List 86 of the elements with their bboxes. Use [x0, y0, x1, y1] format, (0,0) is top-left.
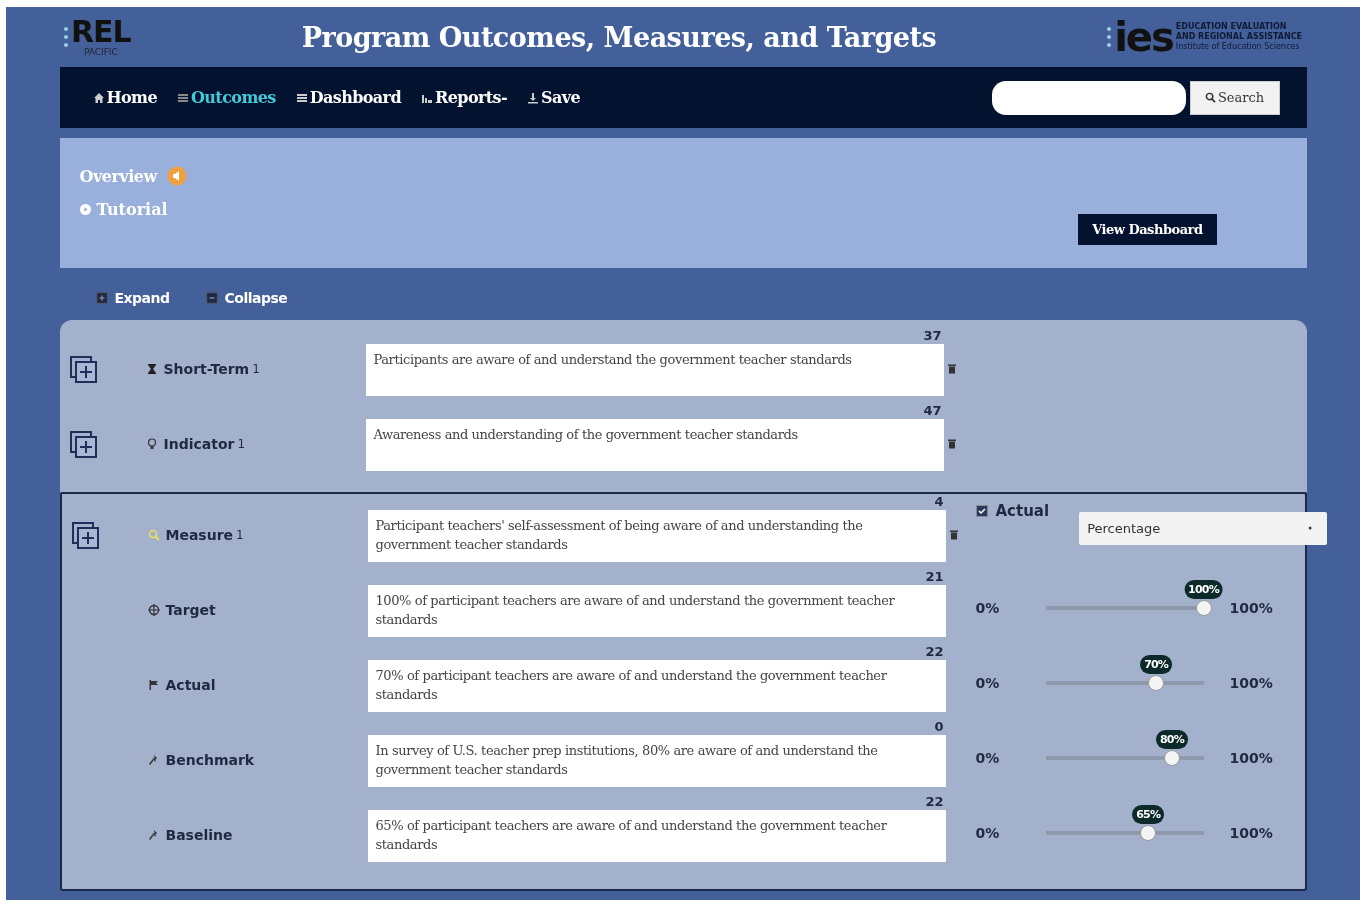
value-bubble: 65% — [1132, 805, 1165, 824]
logo-mark: REL — [71, 17, 131, 47]
dots-icon — [64, 27, 68, 47]
row-label: Short-Term — [163, 361, 250, 377]
slider-thumb[interactable] — [1163, 750, 1180, 766]
slider-max-label: 100% — [1229, 750, 1273, 766]
text-area[interactable]: Participant teachers' self-assessment of being aware of and understanding the government teacher standards — [367, 510, 946, 562]
slider-min-label: 0% — [975, 750, 1001, 766]
download-icon — [527, 91, 540, 104]
caret-icon — [1308, 526, 1314, 531]
trash-icon[interactable] — [947, 363, 956, 374]
character-count: 47 — [923, 403, 942, 419]
value-bubble: 80% — [1155, 730, 1188, 749]
nav-link[interactable]: Outcomes — [177, 88, 276, 107]
view-dashboard-button[interactable]: View Dashboard — [1078, 214, 1217, 245]
row-label: Measure — [165, 527, 234, 543]
hourglass-icon — [145, 363, 158, 375]
row-number: 1 — [237, 437, 246, 451]
text-area[interactable]: 70% of participant teachers are aware of and understand the government teacher standards — [367, 660, 946, 712]
plus-square-icon — [95, 292, 108, 304]
expand-link[interactable]: Expand — [95, 289, 170, 307]
slider-max-label: 100% — [1229, 825, 1273, 841]
play-icon — [79, 204, 91, 215]
character-count: 21 — [925, 569, 944, 585]
checkbox[interactable] — [975, 505, 988, 517]
magnifier-icon — [147, 529, 160, 541]
nav-link[interactable]: Dashboard — [295, 88, 402, 107]
value-bubble: 70% — [1140, 655, 1173, 674]
character-count: 37 — [923, 328, 942, 344]
row-number: 1 — [236, 528, 244, 542]
text-area[interactable]: 100% of participant teachers are aware of and understand the government teacher standards — [367, 585, 946, 637]
trash-icon[interactable] — [947, 438, 956, 449]
lightbulb-icon — [145, 438, 158, 450]
logo-text: AND REGIONAL ASSISTANCE — [1175, 32, 1302, 42]
character-count: 22 — [925, 794, 944, 810]
slider-min-label: 0% — [975, 825, 1001, 841]
text-area[interactable]: 65% of participant teachers are aware of and understand the government teacher standards — [367, 810, 946, 862]
page-title: Program Outcomes, Measures, and Targets — [301, 21, 937, 53]
search-field[interactable] — [991, 80, 1186, 115]
row-label: Actual — [165, 677, 216, 693]
nav-link[interactable]: Save — [527, 88, 581, 107]
character-count: 4 — [934, 494, 944, 510]
expand-icon[interactable] — [69, 431, 98, 459]
trash-icon[interactable] — [949, 529, 958, 540]
menu-icon — [295, 91, 308, 104]
logo-mark: ies — [1114, 17, 1173, 57]
text-area[interactable]: Participants are aware of and understand the government teacher standards — [365, 344, 944, 396]
checkbox-label: Actual — [995, 502, 1050, 520]
minus-square-icon — [205, 292, 218, 304]
row-label: Indicator — [163, 436, 235, 452]
expand-icon[interactable] — [71, 522, 100, 550]
logo-text: EDUCATION EVALUATION — [1175, 22, 1288, 32]
nav-link[interactable]: Reports- — [421, 88, 508, 107]
text-area[interactable]: Awareness and understanding of the government teacher standards — [365, 419, 944, 471]
row-label: Target — [165, 602, 216, 618]
value-bubble: 100% — [1184, 580, 1223, 599]
logo-text: Institute of Education Sciences — [1175, 42, 1301, 52]
pin-icon — [147, 829, 160, 841]
row-label: Benchmark — [165, 752, 255, 768]
overview-heading: Overview — [79, 166, 157, 186]
logo-subtitle: PACIFIC — [83, 47, 118, 57]
speaker-icon[interactable] — [166, 166, 187, 186]
row-label: Baseline — [165, 827, 233, 843]
slider-min-label: 0% — [975, 600, 1001, 616]
crosshair-icon — [147, 604, 160, 616]
row-number: 1 — [252, 362, 260, 376]
pin-icon — [147, 754, 160, 766]
slider-max-label: 100% — [1229, 600, 1273, 616]
expand-icon[interactable] — [69, 356, 98, 384]
character-count: 22 — [925, 644, 944, 660]
home-icon — [92, 91, 105, 104]
slider-max-label: 100% — [1229, 675, 1273, 691]
search-icon — [1204, 92, 1216, 103]
collapse-link[interactable]: Collapse — [205, 289, 288, 307]
unit-dropdown[interactable]: Percentage — [1079, 512, 1328, 545]
text-area[interactable]: In survey of U.S. teacher prep institutions, 80% are aware of and understand the government teacher standards — [367, 735, 946, 787]
slider-thumb[interactable] — [1148, 675, 1165, 691]
slider-thumb[interactable] — [1140, 825, 1157, 841]
slider-min-label: 0% — [975, 675, 1001, 691]
list-icon — [177, 91, 189, 104]
slider-thumb[interactable] — [1195, 600, 1212, 616]
flag-icon — [147, 679, 160, 691]
character-count: 0 — [934, 719, 944, 735]
nav-link[interactable]: Home — [92, 88, 157, 107]
search-button[interactable]: Search — [1189, 80, 1280, 115]
dots-icon — [1107, 27, 1112, 47]
